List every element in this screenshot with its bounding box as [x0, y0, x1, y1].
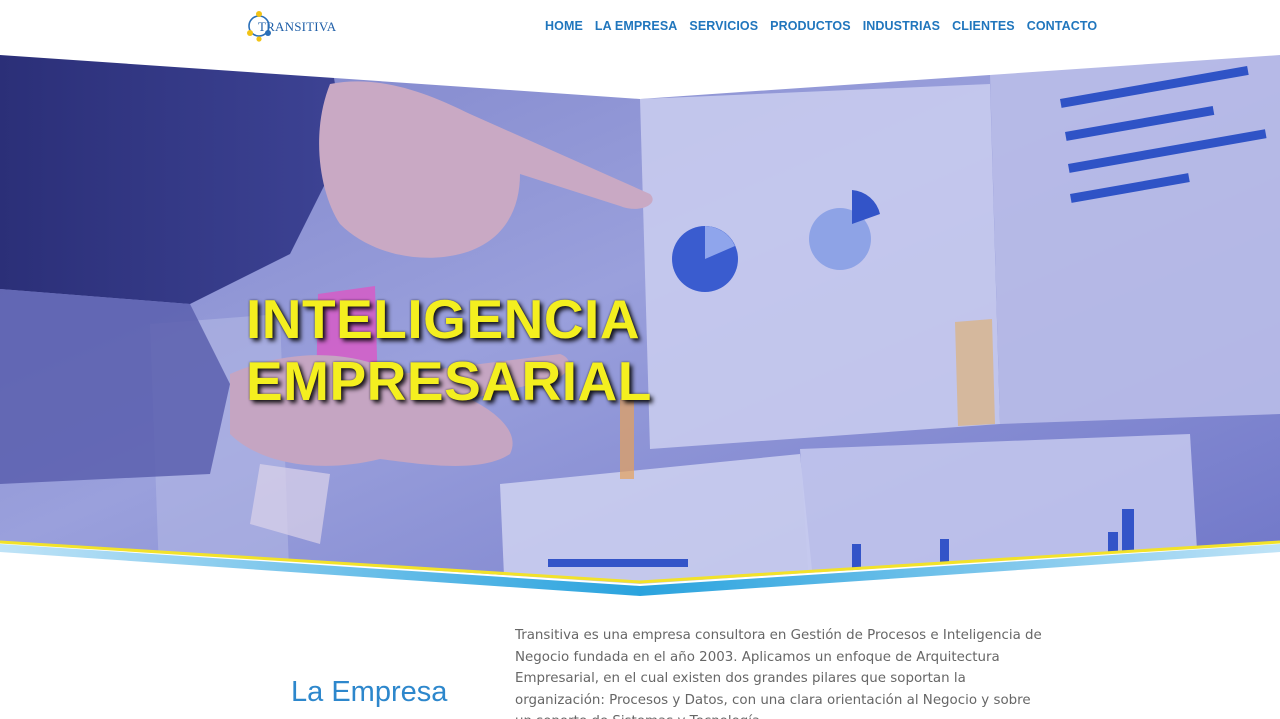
- nav-item-home[interactable]: HOME: [539, 17, 589, 35]
- nav-item-industrias[interactable]: INDUSTRIAS: [857, 17, 946, 35]
- about-heading: La Empresa: [291, 676, 448, 708]
- hero-banner: INTELIGENCIA EMPRESARIAL: [0, 54, 1280, 599]
- about-text: Transitiva es una empresa consultora en …: [515, 628, 1042, 719]
- nav-item-clientes[interactable]: CLIENTES: [946, 17, 1021, 35]
- nav-item-productos[interactable]: PRODUCTOS: [764, 17, 857, 35]
- nav-item-servicios[interactable]: SERVICIOS: [683, 17, 764, 35]
- hero-title-line-1: INTELIGENCIA: [246, 288, 641, 350]
- nav-item-contacto[interactable]: CONTACTO: [1021, 17, 1103, 35]
- hero-title: INTELIGENCIA EMPRESARIAL: [246, 288, 652, 412]
- main-nav: HOME LA EMPRESA SERVICIOS PRODUCTOS INDU…: [539, 17, 1103, 35]
- nav-item-la-empresa[interactable]: LA EMPRESA: [589, 17, 684, 35]
- hero-title-line-2: EMPRESARIAL: [246, 350, 652, 412]
- logo[interactable]: TRANSITIVA: [246, 7, 336, 45]
- logo-mark-icon: [247, 11, 271, 42]
- site-header: TRANSITIVA HOME LA EMPRESA SERVICIOS PRO…: [0, 0, 1280, 54]
